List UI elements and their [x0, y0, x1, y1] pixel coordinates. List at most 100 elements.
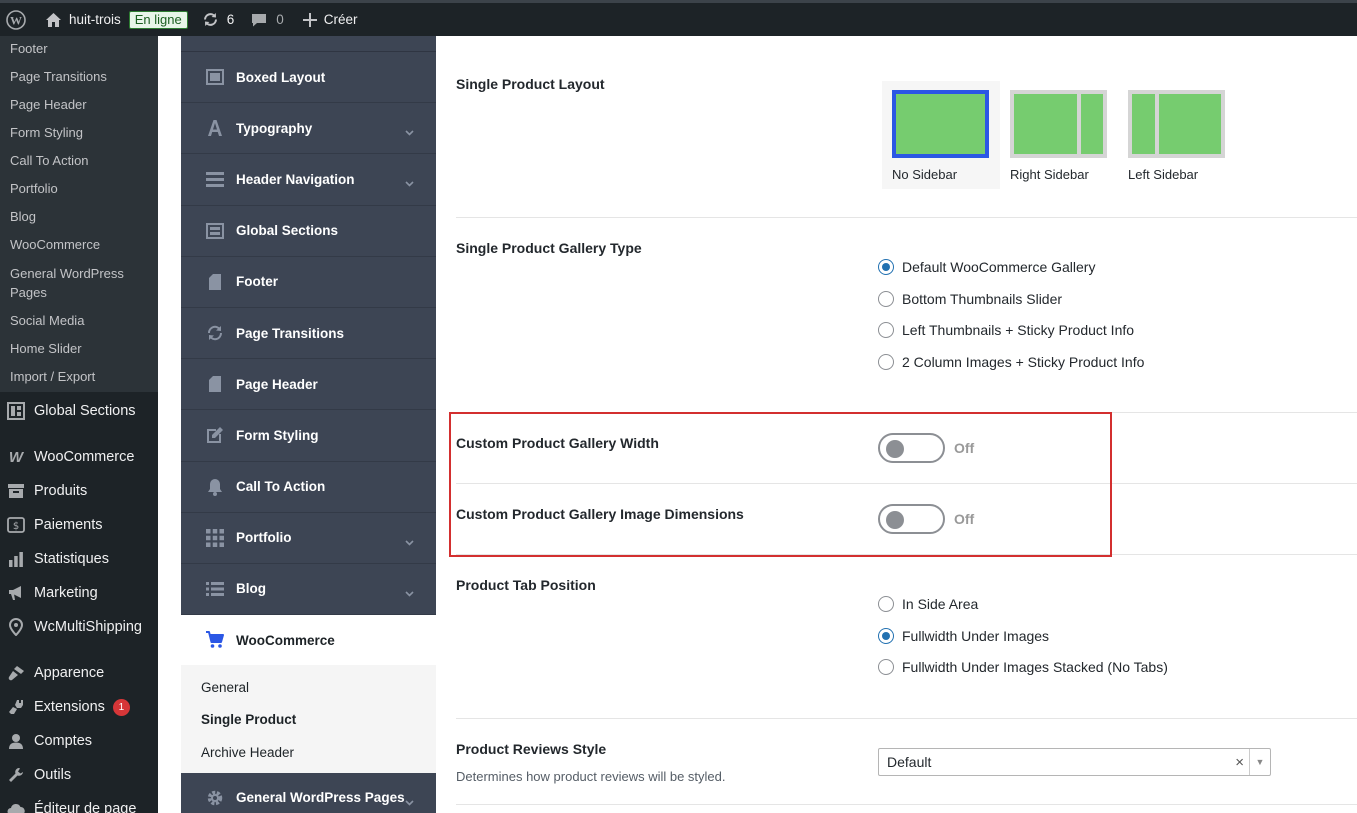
layout-option-no-sidebar[interactable]: No Sidebar — [882, 81, 1000, 189]
menu-label: WcMultiShipping — [34, 619, 142, 635]
nav-item-typography[interactable]: Typography — [181, 103, 436, 155]
wordpress-logo-icon[interactable]: W — [0, 3, 33, 36]
nav-top-edge — [181, 36, 436, 52]
reviews-style-select[interactable]: Default × ▼ — [878, 748, 1271, 776]
menu-wcmultishipping[interactable]: WcMultiShipping — [0, 610, 158, 644]
comment-icon — [251, 12, 267, 28]
select-value: Default — [887, 754, 932, 770]
submenu-home-slider[interactable]: Home Slider — [0, 340, 158, 358]
dropdown-arrow-icon[interactable]: ▼ — [1249, 749, 1270, 775]
nav-item-page-header[interactable]: Page Header — [181, 359, 436, 411]
nav-item-portfolio[interactable]: Portfolio — [181, 513, 436, 564]
radio-two-column-images-sticky[interactable]: 2 Column Images + Sticky Product Info — [878, 346, 1144, 378]
menu-paiements[interactable]: $ Paiements — [0, 508, 158, 542]
extensions-update-badge: 1 — [112, 698, 130, 716]
subnav-archive-header[interactable]: Archive Header — [181, 736, 436, 769]
clear-selection-icon[interactable]: × — [1235, 754, 1244, 771]
radio-bottom-thumbnails-slider[interactable]: Bottom Thumbnails Slider — [878, 283, 1144, 315]
bell-icon — [205, 477, 225, 497]
nav-item-call-to-action[interactable]: Call To Action — [181, 462, 436, 513]
submenu-page-transitions[interactable]: Page Transitions — [0, 68, 158, 86]
nav-item-page-transitions[interactable]: Page Transitions — [181, 308, 436, 360]
menu-woocommerce[interactable]: W WooCommerce — [0, 440, 158, 474]
radio-default-woocommerce-gallery[interactable]: Default WooCommerce Gallery — [878, 251, 1144, 283]
radio-button[interactable] — [878, 290, 894, 307]
submenu-import-export[interactable]: Import / Export — [0, 368, 158, 386]
svg-text:W: W — [10, 13, 22, 27]
layout-option-label: Right Sidebar — [1010, 167, 1089, 182]
nav-item-label: Page Transitions — [236, 325, 345, 341]
radio-button[interactable] — [878, 258, 894, 275]
select-box[interactable]: Default × ▼ — [878, 748, 1271, 776]
nav-item-boxed-layout[interactable]: Boxed Layout — [181, 52, 436, 104]
footer-icon — [205, 272, 225, 292]
submenu-call-to-action[interactable]: Call To Action — [0, 152, 158, 170]
boxed-layout-icon — [205, 67, 225, 87]
nav-item-label: Boxed Layout — [236, 69, 326, 85]
radio-fullwidth-stacked[interactable]: Fullwidth Under Images Stacked (No Tabs) — [878, 651, 1168, 683]
radio-button[interactable] — [878, 322, 894, 339]
chevron-down-icon[interactable] — [405, 175, 414, 190]
submenu-social-media[interactable]: Social Media — [0, 312, 158, 330]
layout-option-right-sidebar[interactable]: Right Sidebar — [1000, 81, 1118, 189]
chevron-down-icon[interactable] — [405, 585, 414, 600]
theme-options-nav: Boxed Layout Typography Header Navigation G… — [181, 36, 436, 813]
submenu-woocommerce[interactable]: WooCommerce — [0, 236, 158, 254]
nav-item-footer[interactable]: Footer — [181, 257, 436, 308]
site-name-link[interactable]: huit-trois En ligne — [33, 3, 195, 36]
updates-link[interactable]: 6 — [195, 3, 242, 36]
submenu-page-header[interactable]: Page Header — [0, 96, 158, 114]
menu-produits[interactable]: Produits — [0, 474, 158, 508]
location-pin-icon — [6, 617, 26, 637]
setting-label: Single Product Gallery Type — [456, 240, 642, 256]
menu-extensions[interactable]: Extensions 1 — [0, 690, 158, 724]
radio-button[interactable] — [878, 353, 894, 370]
submenu-form-styling[interactable]: Form Styling — [0, 124, 158, 142]
menu-marketing[interactable]: Marketing — [0, 576, 158, 610]
svg-text:$: $ — [13, 521, 19, 532]
nav-item-form-styling[interactable]: Form Styling — [181, 410, 436, 462]
radio-label: Fullwidth Under Images — [902, 627, 1050, 644]
cart-icon — [205, 630, 225, 650]
menu-statistiques[interactable]: Statistiques — [0, 542, 158, 576]
subnav-single-product[interactable]: Single Product — [181, 704, 436, 737]
radio-button[interactable] — [878, 595, 894, 612]
radio-button[interactable] — [878, 659, 894, 676]
menu-global-sections[interactable]: Global Sections — [0, 394, 158, 428]
nav-item-woocommerce[interactable]: WooCommerce — [181, 615, 436, 666]
menu-editeur[interactable]: Éditeur de page — [0, 792, 158, 813]
layout-option-left-sidebar[interactable]: Left Sidebar — [1118, 81, 1236, 189]
submenu-footer[interactable]: Footer — [0, 40, 158, 58]
menu-apparence[interactable]: Apparence — [0, 656, 158, 690]
menu-outils[interactable]: Outils — [0, 758, 158, 792]
gear-icon — [205, 788, 225, 808]
grid-icon — [205, 528, 225, 548]
radio-in-side-area[interactable]: In Side Area — [878, 588, 1168, 620]
nav-item-header-navigation[interactable]: Header Navigation — [181, 154, 436, 206]
online-status-badge: En ligne — [128, 10, 188, 29]
submenu-general-wordpress-pages[interactable]: General WordPress Pages — [0, 264, 158, 302]
radio-label: In Side Area — [902, 595, 979, 612]
cloud-icon — [6, 799, 26, 813]
updates-count: 6 — [226, 12, 235, 27]
radio-left-thumbnails-sticky[interactable]: Left Thumbnails + Sticky Product Info — [878, 314, 1144, 346]
chevron-down-icon[interactable] — [405, 534, 414, 549]
nav-item-label: Global Sections — [236, 223, 339, 239]
nav-item-label: Call To Action — [236, 479, 326, 495]
spacer — [158, 36, 181, 813]
radio-button[interactable] — [878, 627, 894, 644]
comments-link[interactable]: 0 — [241, 3, 291, 36]
nav-item-general-wordpress-pages[interactable]: General WordPress Pages — [181, 773, 436, 813]
create-new-link[interactable]: Créer — [291, 3, 365, 36]
comments-count: 0 — [276, 12, 284, 27]
subnav-general[interactable]: General — [181, 671, 436, 704]
chevron-down-icon[interactable] — [405, 124, 414, 139]
menu-label: WooCommerce — [34, 449, 135, 465]
radio-fullwidth-under-images[interactable]: Fullwidth Under Images — [878, 620, 1168, 652]
setting-label: Product Reviews Style — [456, 741, 607, 757]
nav-item-blog[interactable]: Blog — [181, 564, 436, 616]
menu-comptes[interactable]: Comptes — [0, 724, 158, 758]
submenu-blog[interactable]: Blog — [0, 208, 158, 226]
submenu-portfolio[interactable]: Portfolio — [0, 180, 158, 198]
nav-item-global-sections[interactable]: Global Sections — [181, 206, 436, 257]
